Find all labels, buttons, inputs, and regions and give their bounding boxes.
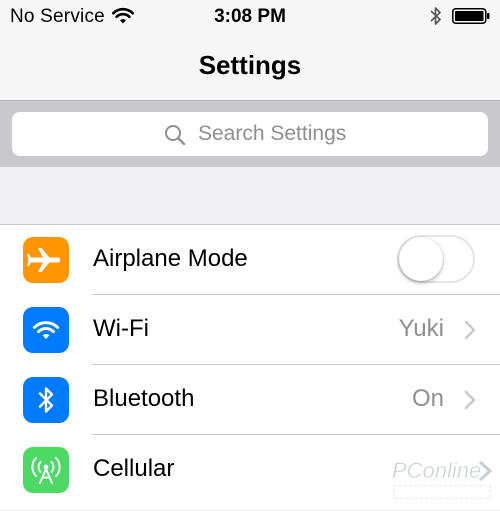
row-label: Bluetooth [93, 385, 195, 412]
row-label: Wi-Fi [93, 315, 149, 342]
chevron-right-icon [464, 320, 476, 340]
page-title: Settings [198, 50, 302, 80]
toggle-knob [399, 237, 443, 281]
airplane-mode-toggle[interactable] [397, 235, 475, 283]
row-label: Airplane Mode [93, 245, 248, 272]
row-label: Cellular [93, 455, 175, 482]
airplane-icon [23, 237, 69, 283]
row-bluetooth[interactable]: Bluetooth On [0, 365, 500, 435]
search-bar-area: Search Settings [0, 101, 500, 167]
bluetooth-icon [23, 377, 69, 423]
search-input[interactable]: Search Settings [12, 112, 488, 156]
row-value: On [411, 385, 444, 412]
pconline-logo: PConline [388, 454, 496, 506]
search-placeholder: Search Settings [198, 122, 347, 145]
battery-icon [452, 8, 490, 24]
row-wifi[interactable]: Wi-Fi Yuki [0, 295, 500, 365]
svg-text:PConline: PConline [392, 458, 481, 483]
navigation-bar: Settings [0, 34, 500, 101]
search-icon [164, 124, 186, 146]
cellular-antenna-icon [23, 447, 69, 493]
row-value: Yuki [398, 315, 444, 342]
chevron-right-icon [464, 390, 476, 410]
clock: 3:08 PM [214, 6, 286, 27]
row-airplane-mode[interactable]: Airplane Mode [0, 225, 500, 295]
wifi-icon [23, 307, 69, 353]
status-bar: No Service 3:08 PM [0, 0, 500, 34]
bluetooth-icon [429, 5, 443, 27]
